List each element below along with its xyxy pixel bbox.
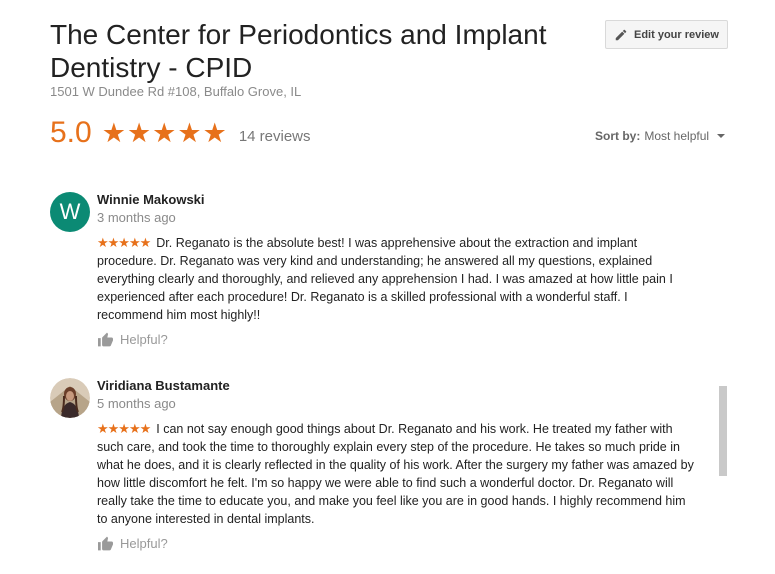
helpful-button[interactable]: Helpful? [97,332,168,347]
review-date: 3 months ago [97,210,176,225]
review-item: W Winnie Makowski 3 months ago ★★★★★ Dr. … [50,192,700,352]
review-stars: ★★★★★ [97,235,151,250]
reviewer-name[interactable]: Winnie Makowski [97,192,205,207]
star-icon: ★ [101,117,126,148]
review-stars: ★★★★★ [97,421,151,436]
star-icon: ★ [177,117,202,148]
review-text: ★★★★★ I can not say enough good things ab… [97,420,697,528]
rating-summary: 5.0 ★ ★ ★ ★ ★ 14 reviews [50,114,311,152]
star-icon: ★ [152,117,177,148]
review-body: Dr. Reganato is the absolute best! I was… [97,236,673,322]
profile-photo [50,378,90,418]
reviewer-name[interactable]: Viridiana Bustamante [97,378,230,393]
avatar[interactable] [50,378,90,418]
review-count[interactable]: 14 reviews [239,122,311,145]
avatar[interactable]: W [50,192,90,232]
helpful-button[interactable]: Helpful? [97,536,168,551]
edit-review-label: Edit your review [634,28,719,41]
edit-review-button[interactable]: Edit your review [605,20,728,49]
sort-control[interactable]: Sort by: Most helpful [595,129,726,143]
helpful-label: Helpful? [120,536,168,551]
sort-dropdown[interactable]: Most helpful [644,129,709,143]
review-item: Viridiana Bustamante 5 months ago ★★★★★ I… [50,378,700,558]
review-date: 5 months ago [97,396,176,411]
review-body: I can not say enough good things about D… [97,422,694,526]
rating-value: 5.0 [50,116,92,149]
review-text: ★★★★★ Dr. Reganato is the absolute best! … [97,234,697,324]
pencil-icon [615,29,627,40]
star-icon: ★ [126,117,152,148]
star-icon: ★ [202,117,227,148]
business-title: The Center for Periodontics and Implant … [50,19,547,83]
caret-down-icon[interactable] [717,134,726,138]
helpful-label: Helpful? [120,332,168,347]
reviews-panel: The Center for Periodontics and Implant … [0,0,775,574]
sort-label: Sort by: [595,129,641,143]
thumbs-up-icon [98,536,113,551]
scrollbar-thumb[interactable] [719,386,727,476]
business-address: 1501 W Dundee Rd #108, Buffalo Grove, IL [50,84,302,99]
rating-stars: ★ ★ ★ ★ ★ [101,117,227,148]
thumbs-up-icon [98,332,113,347]
